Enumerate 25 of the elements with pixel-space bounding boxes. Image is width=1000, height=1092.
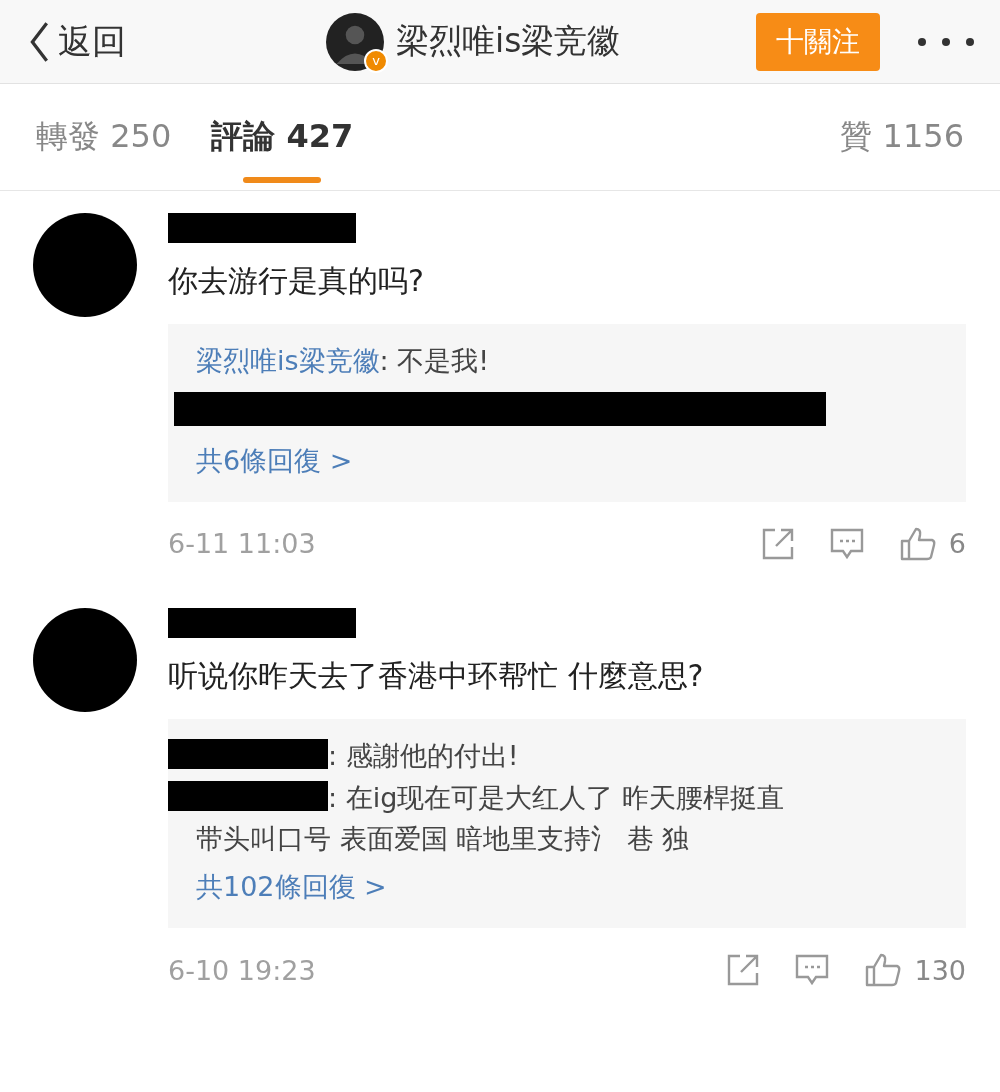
thumbs-up-icon[interactable] [898, 525, 937, 562]
more-replies-link[interactable]: 共6條回復 > [196, 439, 353, 482]
reply-text: : 在ig现在可是大红人了 昨天腰桿挺直 [328, 781, 784, 813]
more-replies-link[interactable]: 共102條回復 > [196, 866, 387, 909]
back-icon [28, 19, 50, 64]
likes-tab[interactable]: 贊 1156 [840, 91, 964, 183]
timestamp: 6-10 19:23 [168, 954, 316, 986]
thumbs-up-icon[interactable] [864, 952, 903, 989]
more-icon[interactable] [916, 35, 976, 48]
timestamp: 6-11 11:03 [168, 528, 316, 560]
user-name: 梁烈唯is梁竞徽 [396, 20, 621, 62]
tab[interactable]: 轉發 250 [36, 91, 172, 183]
follow-button[interactable]: 十關注 [756, 12, 880, 71]
reply-text: 梁烈唯is梁竞徽: 不是我! [196, 344, 491, 378]
share-icon[interactable] [726, 953, 761, 988]
reply-text: : 感謝他的付出! [328, 739, 519, 771]
reply-text: 带头叫口号 表面爱国 暗地里支持氵 巷 独 [196, 823, 690, 855]
tab[interactable]: 評論 427 [211, 91, 354, 183]
share-icon[interactable] [760, 526, 795, 561]
comment-text: 听说你昨天去了香港中环帮忙 什麼意思? [168, 656, 705, 695]
comment-text: 你去游行是真的吗? [168, 262, 425, 300]
back-button[interactable]: 返回 [28, 18, 126, 65]
like-count: 130 [914, 954, 966, 986]
like-count: 6 [948, 528, 966, 560]
comment-icon[interactable] [828, 526, 865, 561]
